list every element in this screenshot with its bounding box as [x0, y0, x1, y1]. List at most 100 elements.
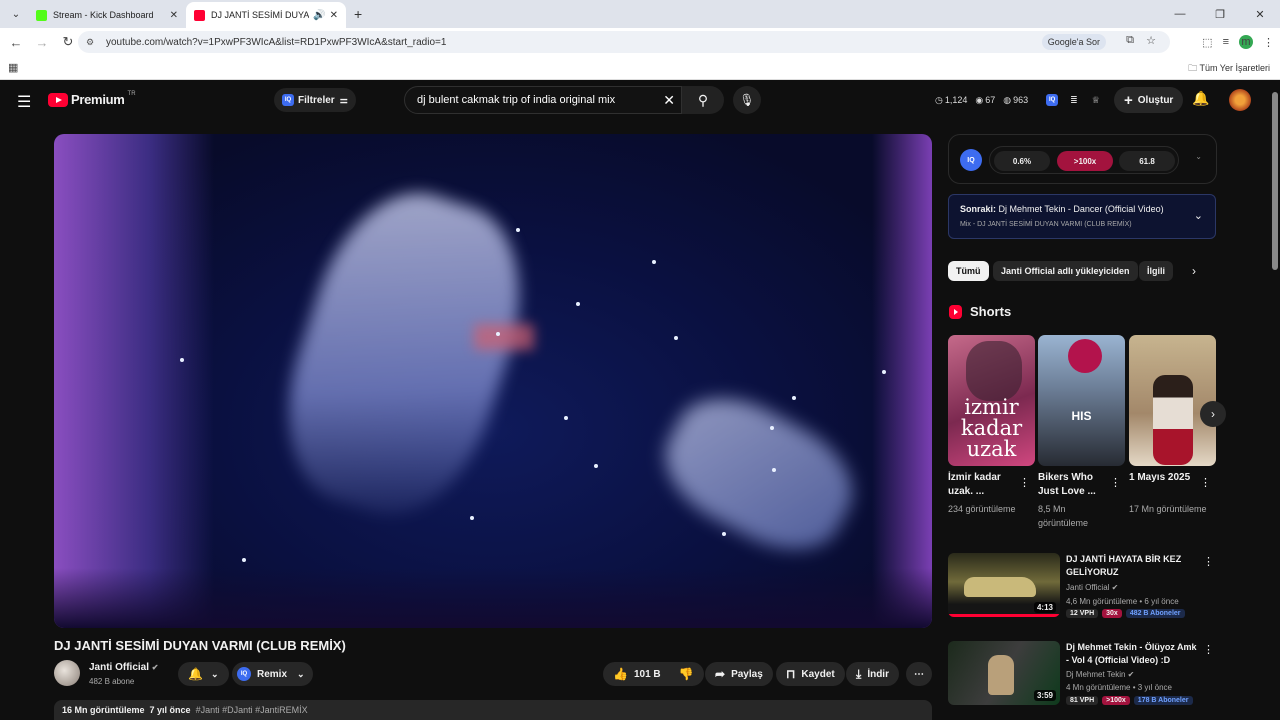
- restore-icon[interactable]: ❐: [1200, 8, 1240, 21]
- description-box[interactable]: 16 Mn görüntüleme 7 yıl önce #Janti #DJa…: [54, 700, 932, 720]
- install-icon[interactable]: ⧉: [1126, 34, 1134, 47]
- subscribe-bell-button[interactable]: 🔔 ⌄: [178, 662, 229, 686]
- iq-header-icon[interactable]: IQ: [1046, 94, 1059, 106]
- download-icon: ⤓: [856, 666, 862, 681]
- iq-value-2: >100x: [1073, 156, 1097, 166]
- menu-icon[interactable]: ☰: [17, 92, 31, 112]
- tab-youtube-video[interactable]: DJ JANTİ SESİMİ DUYAN VA 🔊 ✕: [186, 2, 346, 28]
- region-code: TR: [127, 90, 136, 97]
- clear-search-icon[interactable]: ✕: [663, 92, 675, 109]
- notifications-icon[interactable]: 🔔: [1192, 90, 1209, 107]
- bookmark-star-icon[interactable]: ☆: [1146, 34, 1156, 47]
- youtube-header: ☰ Premium TR IQ Filtreler ⚌ dj bulent ca…: [0, 80, 1270, 120]
- speaker-icon[interactable]: 🔊: [313, 10, 325, 21]
- more-vertical-icon[interactable]: ⋮: [1203, 643, 1214, 656]
- browser-menu-icon[interactable]: ⋮: [1263, 36, 1274, 49]
- filters-button[interactable]: IQ Filtreler ⚌: [274, 88, 356, 112]
- download-button[interactable]: ⤓ İndir: [846, 662, 899, 686]
- profile-avatar[interactable]: m: [1239, 35, 1253, 49]
- chevron-right-icon: ›: [1211, 407, 1215, 421]
- reload-icon[interactable]: ↻: [56, 34, 80, 50]
- omnibox[interactable]: ⚙ youtube.com/watch?v=1PxwPF3WIcA&list=R…: [78, 31, 1170, 53]
- video-frame-shadow: [54, 568, 932, 628]
- chip-all[interactable]: Tümü: [948, 261, 989, 281]
- url-text[interactable]: youtube.com/watch?v=1PxwPF3WIcA&list=RD1…: [106, 37, 446, 48]
- tab-search-icon[interactable]: ⌄: [4, 4, 28, 24]
- minimize-icon[interactable]: —: [1160, 8, 1200, 20]
- stat-score: 963: [1013, 95, 1029, 105]
- close-window-icon[interactable]: ✕: [1240, 8, 1280, 21]
- short-thumbnail[interactable]: izmir kadar uzak: [948, 335, 1035, 466]
- light-speck: [772, 468, 776, 472]
- more-vertical-icon[interactable]: ⋮: [1019, 476, 1030, 489]
- extensions-icon[interactable]: ⬚: [1202, 36, 1212, 49]
- recommended-video[interactable]: 3:59 Dj Mehmet Tekin - Ölüyoz Amk - Vol …: [948, 641, 1216, 705]
- chip-related[interactable]: İlgili: [1139, 261, 1173, 281]
- page-scrollbar[interactable]: [1270, 80, 1280, 720]
- chevron-right-icon[interactable]: ›: [1192, 264, 1196, 278]
- short-title[interactable]: Bikers Who Just Love ...: [1038, 471, 1112, 499]
- thumbs-up-icon: 👍: [613, 667, 628, 681]
- site-info-icon[interactable]: ⚙: [86, 37, 102, 48]
- back-icon[interactable]: ←: [4, 35, 28, 50]
- remix-button[interactable]: IQ Remix ⌄: [232, 662, 313, 686]
- channel-avatar[interactable]: [54, 660, 80, 686]
- tab-kick-dashboard[interactable]: Stream - Kick Dashboard ✕: [28, 2, 186, 28]
- scrollbar-thumb[interactable]: [1272, 92, 1278, 270]
- bookmark-icon: ⊓: [786, 667, 796, 681]
- google-sor-button[interactable]: Google'a Sor: [1041, 34, 1106, 50]
- recommendation-tags: 12 VPH 30x 482 B Aboneler: [1066, 609, 1185, 618]
- list-icon[interactable]: ≣: [1070, 95, 1078, 106]
- share-button[interactable]: ➦ Paylaş: [705, 662, 773, 686]
- forward-icon[interactable]: →: [30, 35, 54, 50]
- more-vertical-icon[interactable]: ⋮: [1110, 476, 1121, 489]
- short-title[interactable]: İzmir kadar uzak. ...: [948, 471, 1022, 499]
- account-avatar[interactable]: [1229, 89, 1251, 111]
- search-icon: ⚲: [697, 91, 709, 108]
- iq-metric-outlier[interactable]: >100x: [1057, 151, 1113, 171]
- recommended-video[interactable]: 4:13 DJ JANTİ HAYATA BİR KEZ GELİYORUZ J…: [948, 553, 1216, 618]
- search-input[interactable]: dj bulent cakmak trip of india original …: [404, 86, 682, 114]
- more-vertical-icon[interactable]: ⋮: [1200, 476, 1211, 489]
- trophy-icon[interactable]: ♕: [1092, 95, 1100, 106]
- channel-name[interactable]: Janti Official ✔: [89, 662, 159, 673]
- short-thumbnail[interactable]: HIS: [1038, 335, 1125, 466]
- search-button[interactable]: ⚲: [682, 86, 724, 114]
- like-count: 101 B: [633, 668, 661, 680]
- video-thumbnail[interactable]: 3:59: [948, 641, 1060, 705]
- chevron-down-icon[interactable]: ⌄: [1194, 209, 1203, 222]
- short-thumbnail[interactable]: [1129, 335, 1216, 466]
- create-button[interactable]: + Oluştur: [1114, 87, 1184, 113]
- all-bookmarks-link[interactable]: 🗀 Tüm Yer İşaretleri: [1188, 61, 1270, 77]
- voice-search-button[interactable]: 🎙: [733, 86, 761, 114]
- apps-grid-icon[interactable]: ▦: [8, 61, 18, 74]
- hashtags[interactable]: #Janti #DJanti #JantiREMİX: [196, 705, 308, 715]
- tab-close-icon[interactable]: ✕: [330, 10, 338, 21]
- video-frame-highlight: [474, 324, 534, 350]
- youtube-play-icon: [48, 92, 68, 107]
- more-actions-button[interactable]: ⋯: [906, 662, 932, 686]
- new-tab-icon[interactable]: +: [354, 6, 362, 22]
- iq-metric-ratio[interactable]: 0.6%: [994, 151, 1050, 171]
- more-vertical-icon[interactable]: ⋮: [1203, 555, 1214, 568]
- iq-metric-score[interactable]: 61.8: [1119, 151, 1175, 171]
- youtube-premium-logo[interactable]: Premium TR: [48, 90, 136, 107]
- video-frame-glow-right: [872, 134, 932, 628]
- header-stats: ◷ 1,124 ◉ 67 ◍ 963 IQ ≣ ♕: [935, 94, 1100, 106]
- up-next-label: Sonraki:: [960, 204, 997, 214]
- sliders-icon: ⚌: [339, 94, 348, 105]
- short-title[interactable]: 1 Mayıs 2025: [1129, 471, 1203, 485]
- media-icon[interactable]: ≡: [1223, 36, 1229, 48]
- shorts-next-button[interactable]: ›: [1200, 401, 1226, 427]
- tab-close-icon[interactable]: ✕: [170, 10, 178, 21]
- chevron-down-icon[interactable]: ⌄: [1195, 152, 1202, 161]
- chip-from-uploader[interactable]: Janti Official adlı yükleyiciden: [993, 261, 1138, 281]
- like-button[interactable]: 👍 101 B 👎: [603, 662, 704, 686]
- remix-label: Remix: [257, 668, 288, 680]
- thumbs-down-icon[interactable]: 👎: [679, 667, 694, 681]
- up-next-card[interactable]: Sonraki: Dj Mehmet Tekin - Dancer (Offic…: [948, 194, 1216, 239]
- browser-tabstrip: ⌄ Stream - Kick Dashboard ✕ DJ JANTİ SES…: [0, 0, 1280, 28]
- video-thumbnail[interactable]: 4:13: [948, 553, 1060, 617]
- save-button[interactable]: ⊓ Kaydet: [776, 662, 845, 686]
- video-player[interactable]: [54, 134, 932, 628]
